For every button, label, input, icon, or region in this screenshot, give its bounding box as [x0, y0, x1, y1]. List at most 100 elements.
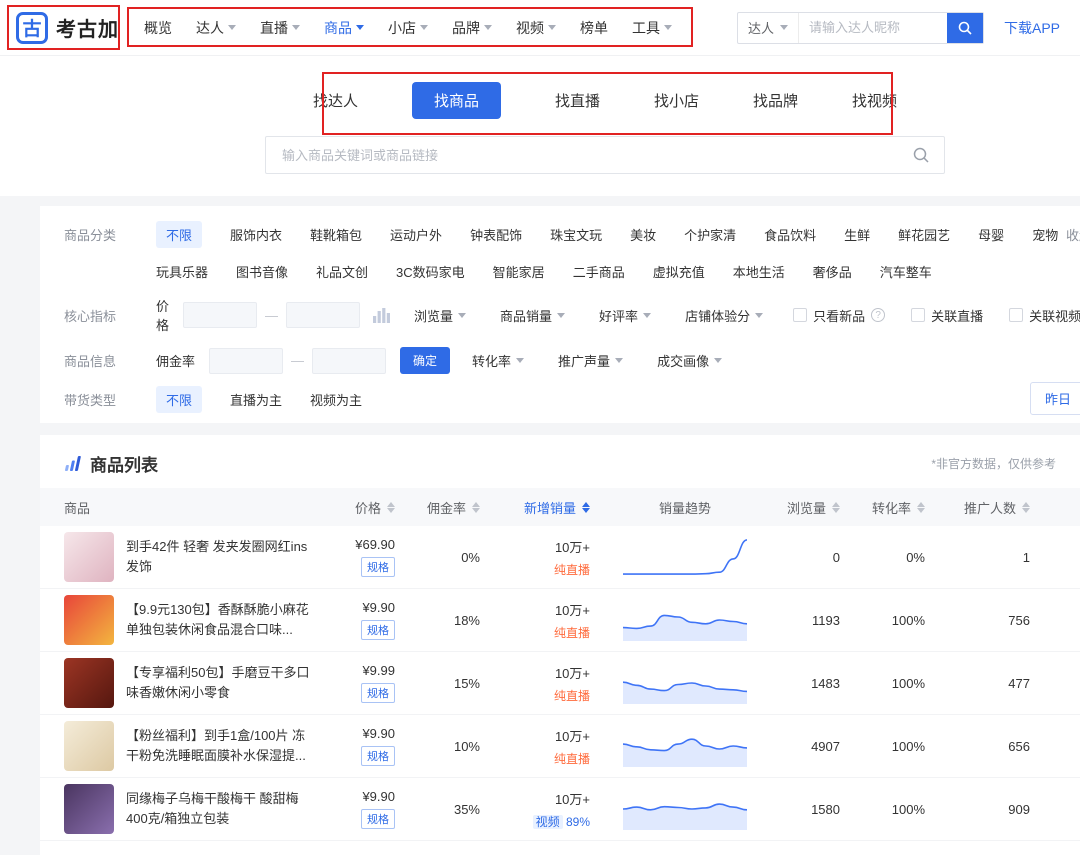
sales-type-option[interactable]: 直播为主 [230, 390, 282, 409]
tab-4[interactable]: 找小店 [654, 90, 699, 111]
new-sales-value: 10万+ [555, 789, 590, 808]
product-search-input[interactable] [280, 147, 912, 164]
filter-dropdown[interactable]: 店铺体验分 [685, 306, 763, 325]
category-option[interactable]: 个护家清 [684, 225, 736, 244]
column-header-price[interactable]: 价格 [330, 498, 415, 517]
sort-icon[interactable] [917, 502, 925, 513]
filter-checkbox[interactable]: 关联直播 [911, 306, 983, 325]
column-header-views[interactable]: 浏览量 [760, 498, 860, 517]
category-option[interactable]: 3C数码家电 [396, 262, 465, 281]
logo[interactable]: 古 考古加 [16, 12, 120, 44]
price-distribution-icon[interactable] [372, 307, 392, 323]
filter-dropdown[interactable]: 好评率 [599, 306, 651, 325]
tab-1[interactable]: 找达人 [313, 90, 358, 111]
sort-icon[interactable] [1022, 502, 1030, 513]
commission-min-input[interactable] [209, 348, 283, 374]
checkbox-icon[interactable] [793, 308, 807, 322]
nav-item-4[interactable]: 商品 [324, 18, 364, 38]
nav-item-1[interactable]: 概览 [144, 18, 172, 38]
commission-max-input[interactable] [312, 348, 386, 374]
product-title[interactable]: 【粉丝福利】到手1盒/100片 冻干粉免洗睡眠面膜补水保湿提... [126, 726, 310, 766]
nav-item-5[interactable]: 小店 [388, 18, 428, 38]
tab-6[interactable]: 找视频 [852, 90, 897, 111]
nav-item-2[interactable]: 达人 [196, 18, 236, 38]
nav-item-7[interactable]: 视频 [516, 18, 556, 38]
sales-type-option[interactable]: 不限 [156, 386, 202, 413]
column-header-conversion[interactable]: 转化率 [860, 498, 945, 517]
category-option[interactable]: 二手商品 [573, 262, 625, 281]
help-icon[interactable]: ? [871, 308, 885, 322]
category-option[interactable]: 礼品文创 [316, 262, 368, 281]
filter-dropdown[interactable]: 成交画像 [657, 351, 722, 370]
category-option[interactable]: 珠宝文玩 [550, 225, 602, 244]
filter-checkbox[interactable]: 关联视频 [1009, 306, 1080, 325]
nav-item-3[interactable]: 直播 [260, 18, 300, 38]
spec-tag[interactable]: 规格 [361, 746, 395, 766]
category-option[interactable]: 食品饮料 [764, 225, 816, 244]
category-option[interactable]: 本地生活 [733, 262, 785, 281]
product-title[interactable]: 【专享福利50包】手磨豆干多口味香嫩休闲小零食 [126, 663, 310, 703]
category-option[interactable]: 图书音像 [236, 262, 288, 281]
tab-5[interactable]: 找品牌 [753, 90, 798, 111]
category-option[interactable]: 鞋靴箱包 [310, 225, 362, 244]
checkbox-icon[interactable] [1009, 308, 1023, 322]
category-option[interactable]: 玩具乐器 [156, 262, 208, 281]
sales-type-option[interactable]: 视频为主 [310, 390, 362, 409]
spec-tag[interactable]: 规格 [361, 557, 395, 577]
search-category-dropdown[interactable]: 达人 [738, 13, 799, 43]
category-option[interactable]: 美妆 [630, 225, 656, 244]
filter-checkbox[interactable]: 只看新品? [793, 306, 885, 325]
header-search-button[interactable] [947, 13, 983, 43]
spec-tag[interactable]: 规格 [361, 809, 395, 829]
column-header-new_sales[interactable]: 新增销量 [500, 498, 610, 517]
column-header-promoters[interactable]: 推广人数 [945, 498, 1050, 517]
filter-dropdown[interactable]: 转化率 [472, 351, 524, 370]
category-option[interactable]: 虚拟充值 [653, 262, 705, 281]
category-option[interactable]: 运动户外 [390, 225, 442, 244]
filter-dropdown[interactable]: 浏览量 [414, 306, 466, 325]
product-image[interactable] [64, 784, 114, 834]
category-option[interactable]: 不限 [156, 221, 202, 248]
tab-3[interactable]: 找直播 [555, 90, 600, 111]
product-image[interactable] [64, 721, 114, 771]
price-max-input[interactable] [286, 302, 360, 328]
collapse-link[interactable]: 收起 [1066, 225, 1080, 244]
product-title[interactable]: 【9.9元130包】香酥酥脆小麻花单独包装休闲食品混合口味... [126, 600, 310, 640]
category-option[interactable]: 服饰内衣 [230, 225, 282, 244]
category-option[interactable]: 智能家居 [493, 262, 545, 281]
tab-2[interactable]: 找商品 [412, 82, 501, 119]
product-title[interactable]: 到手42件 轻奢 发夹发圈网红ins发饰 [126, 537, 310, 577]
nav-item-8[interactable]: 榜单 [580, 18, 608, 38]
chevron-down-icon [356, 25, 364, 34]
sort-icon[interactable] [472, 502, 480, 513]
sort-icon[interactable] [582, 502, 590, 513]
sales-trend-chart [610, 661, 760, 705]
category-option[interactable]: 鲜花园艺 [898, 225, 950, 244]
category-option[interactable]: 汽车整车 [880, 262, 932, 281]
product-image[interactable] [64, 658, 114, 708]
category-option[interactable]: 奢侈品 [813, 262, 852, 281]
filter-dropdown[interactable]: 商品销量 [500, 306, 565, 325]
category-option[interactable]: 钟表配饰 [470, 225, 522, 244]
checkbox-icon[interactable] [911, 308, 925, 322]
filter-dropdown[interactable]: 推广声量 [558, 351, 623, 370]
confirm-button[interactable]: 确定 [400, 347, 450, 374]
search-icon[interactable] [912, 146, 930, 164]
category-option[interactable]: 生鲜 [844, 225, 870, 244]
spec-tag[interactable]: 规格 [361, 683, 395, 703]
product-title[interactable]: 同缘梅子乌梅干酸梅干 酸甜梅 400克/箱独立包装 [126, 789, 310, 829]
sort-icon[interactable] [832, 502, 840, 513]
header-search-input[interactable] [799, 13, 947, 43]
nav-item-9[interactable]: 工具 [632, 18, 672, 38]
product-image[interactable] [64, 532, 114, 582]
column-header-commission[interactable]: 佣金率 [415, 498, 500, 517]
category-option[interactable]: 母婴 [978, 225, 1004, 244]
sort-icon[interactable] [387, 502, 395, 513]
download-app-link[interactable]: 下载APP [1004, 18, 1060, 38]
product-image[interactable] [64, 595, 114, 645]
date-filter-button[interactable]: 昨日 [1030, 382, 1080, 415]
spec-tag[interactable]: 规格 [361, 620, 395, 640]
category-option[interactable]: 宠物 [1032, 225, 1058, 244]
price-min-input[interactable] [183, 302, 257, 328]
nav-item-6[interactable]: 品牌 [452, 18, 492, 38]
